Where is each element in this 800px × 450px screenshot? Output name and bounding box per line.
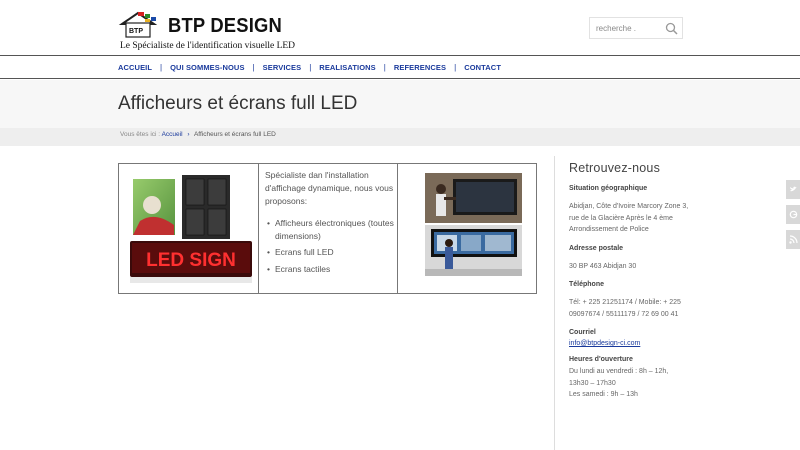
- nav-separator: |: [160, 62, 163, 72]
- search-icon[interactable]: [665, 22, 678, 35]
- nav-item-accueil[interactable]: ACCUEIL: [118, 63, 152, 72]
- search-input[interactable]: [590, 18, 664, 38]
- list-item: Ecrans full LED: [267, 246, 395, 259]
- postal-text: 30 BP 463 Abidjan 30: [569, 262, 637, 270]
- breadcrumb-home-link[interactable]: Accueil: [162, 131, 183, 138]
- led-sign-text: LED SIGN: [146, 250, 236, 271]
- list-item: Afficheurs électroniques (toutes dimensi…: [267, 217, 395, 242]
- nav-separator: |: [383, 62, 386, 72]
- led-screens-photo: [425, 173, 522, 276]
- logo-tagline: Le Spécialiste de l'identification visue…: [120, 41, 296, 51]
- nav-item-qui-sommes-nous[interactable]: QUI SOMMES-NOUS: [170, 63, 244, 72]
- list-item: Ecrans tactiles: [267, 263, 395, 276]
- twitter-icon: [790, 186, 797, 192]
- nav-item-contact[interactable]: CONTACT: [464, 63, 501, 72]
- features-list: Afficheurs électroniques (toutes dimensi…: [267, 217, 395, 279]
- breadcrumb-arrow-icon: ›: [187, 131, 190, 138]
- rss-feed-button[interactable]: [786, 230, 800, 249]
- sidebar-contact: Retrouvez-nous Situation géographique Ab…: [569, 161, 689, 410]
- led-panels-image: LED SIGN: [130, 175, 252, 283]
- sidebar-title: Retrouvez-nous: [569, 161, 661, 175]
- search-box: [589, 17, 683, 39]
- rss-icon: [789, 235, 798, 244]
- table-cell-description: Spécialiste dan l'installation d'afficha…: [259, 164, 398, 293]
- phone-text: Tél: + 225 21251174 / Mobile: + 225 0909…: [569, 299, 681, 318]
- breadcrumb-current: Afficheurs et écrans full LED: [193, 131, 276, 138]
- logo-mark-text: BTP: [129, 28, 143, 35]
- page-title: Afficheurs et écrans full LED: [118, 93, 358, 114]
- site-logo[interactable]: BTP BTP DESIGN Le Spécialiste de l'ident…: [118, 10, 295, 52]
- email-link[interactable]: info@btpdesign-ci.com: [569, 340, 689, 347]
- table-cell-image-screens: [398, 164, 536, 293]
- hours-saturday: Les samedi : 9h – 13h: [569, 391, 638, 398]
- sidebar-divider: [554, 156, 555, 450]
- main-nav: ACCUEIL | QUI SOMMES-NOUS | SERVICES | REAL…: [0, 55, 800, 79]
- google-plus-share-button[interactable]: [786, 205, 800, 224]
- nav-separator: |: [309, 62, 312, 72]
- intro-text: Spécialiste dan l'installation d'afficha…: [265, 170, 394, 206]
- email-heading: Courriel: [569, 329, 596, 336]
- nav-separator: |: [454, 62, 457, 72]
- page: BTP BTP DESIGN Le Spécialiste de l'ident…: [0, 0, 800, 450]
- location-text: Abidjan, Côte d'Ivoire Marcory Zone 3, r…: [569, 203, 689, 233]
- logo-house-icon: BTP: [118, 11, 158, 38]
- logo-title: BTP DESIGN: [168, 15, 282, 37]
- hours-weekdays: Du lundi au vendredi : 8h – 12h, 13h30 –…: [569, 368, 669, 387]
- hours-heading: Heures d'ouverture: [569, 356, 633, 363]
- content-table: LED SIGN Spécialiste dan l'installation …: [118, 163, 537, 294]
- table-cell-image-led: LED SIGN: [119, 164, 259, 293]
- nav-item-services[interactable]: SERVICES: [263, 63, 302, 72]
- postal-heading: Adresse postale: [569, 244, 624, 252]
- phone-heading: Téléphone: [569, 281, 605, 288]
- nav-separator: |: [252, 62, 255, 72]
- nav-item-references[interactable]: REFERENCES: [394, 63, 446, 72]
- google-plus-icon: [789, 210, 798, 219]
- breadcrumb-prefix: Vous êtes ici :: [120, 131, 161, 138]
- location-heading: Situation géographique: [569, 185, 648, 192]
- twitter-share-button[interactable]: [786, 180, 800, 199]
- nav-item-realisations[interactable]: REALISATIONS: [319, 63, 375, 72]
- breadcrumb: Vous êtes ici : Accueil › Afficheurs et …: [120, 131, 276, 138]
